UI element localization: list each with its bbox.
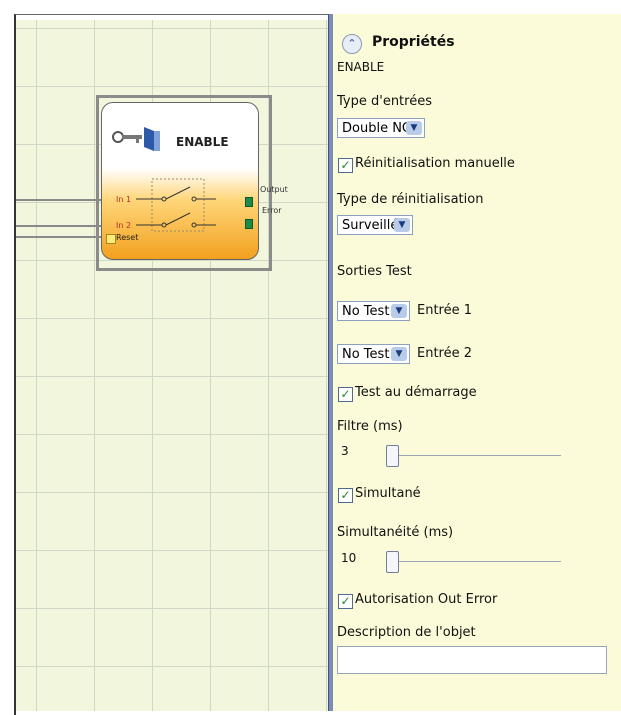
collapse-panel-button[interactable]: ⌃ (342, 34, 362, 54)
filter-value: 3 (341, 444, 349, 458)
pin-reset-label: Reset (116, 233, 139, 242)
reset-type-label: Type de réinitialisation (337, 192, 484, 207)
filter-slider-track[interactable] (391, 455, 561, 456)
input-type-label: Type d'entrées (337, 94, 432, 109)
object-name: ENABLE (337, 60, 385, 74)
input-type-select[interactable]: Double NO ▼ (337, 118, 425, 138)
reset-type-select[interactable]: Surveillé ▼ (337, 215, 413, 235)
reset-pin-square[interactable] (106, 234, 116, 244)
test1-input-label: Entrée 1 (417, 303, 473, 318)
test2-value: No Test (342, 347, 390, 362)
switch-contacts-icon (136, 178, 216, 232)
test2-input-label: Entrée 2 (417, 346, 473, 361)
manual-reset-label: Réinitialisation manuelle (355, 156, 515, 171)
filter-slider-thumb[interactable] (386, 445, 399, 467)
pin-in1-label: In 1 (116, 195, 132, 204)
simultaneous-checkbox[interactable]: ✓ (338, 488, 353, 503)
description-input[interactable] (337, 646, 607, 674)
panel-title: Propriétés (372, 34, 455, 50)
simultaneity-label: Simultanéité (ms) (337, 525, 454, 540)
simultaneity-slider-track[interactable] (391, 561, 561, 562)
simultaneity-slider-thumb[interactable] (386, 551, 399, 573)
pin-error-label: Error (262, 206, 282, 215)
out-error-checkbox[interactable]: ✓ (338, 594, 353, 609)
simultaneous-label: Simultané (355, 486, 421, 501)
startup-test-label: Test au démarrage (355, 385, 477, 400)
out-error-label: Autorisation Out Error (355, 592, 498, 607)
key-selector-icon (112, 127, 160, 151)
chevron-down-icon: ▼ (406, 121, 422, 135)
wire-in1 (16, 199, 106, 201)
manual-reset-checkbox[interactable]: ✓ (338, 158, 353, 173)
wire-in2 (16, 225, 106, 227)
wire-reset (16, 236, 106, 238)
output-pin[interactable] (245, 197, 253, 207)
reset-type-value: Surveillé (342, 218, 399, 233)
simultaneity-value: 10 (341, 551, 357, 565)
chevron-down-icon: ▼ (391, 347, 407, 361)
pin-output-label: Output (260, 185, 288, 194)
error-pin[interactable] (245, 219, 253, 229)
pin-in2-label: In 2 (116, 221, 132, 230)
input-type-value: Double NO (342, 121, 413, 136)
test1-value: No Test (342, 304, 390, 319)
chevron-down-icon: ▼ (394, 218, 410, 232)
description-label: Description de l'objet (337, 625, 476, 640)
test-output-1-select[interactable]: No Test ▼ (337, 301, 410, 321)
test-outputs-label: Sorties Test (337, 264, 412, 279)
chevron-down-icon: ▼ (391, 304, 407, 318)
enable-function-block[interactable]: ENABLE In 1 In 2 Reset (101, 102, 259, 260)
test-output-2-select[interactable]: No Test ▼ (337, 344, 410, 364)
block-title: ENABLE (176, 135, 229, 149)
filter-label: Filtre (ms) (337, 419, 403, 434)
properties-panel: ⌃ Propriétés ENABLE Type d'entrées Doubl… (333, 14, 621, 711)
startup-test-checkbox[interactable]: ✓ (338, 387, 353, 402)
